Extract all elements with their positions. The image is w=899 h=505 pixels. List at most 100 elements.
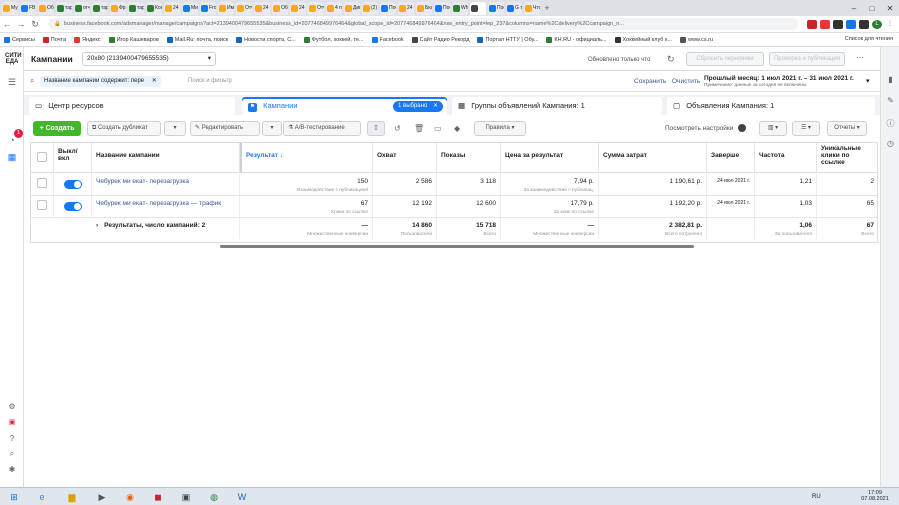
tag-icon[interactable]: ◆ xyxy=(454,124,460,133)
browser-tab[interactable]: 24 xyxy=(254,1,270,15)
discard-drafts-button[interactable]: Сбросить черновики xyxy=(686,52,764,66)
chevron-down-icon[interactable]: ▾ xyxy=(866,77,870,85)
minimize-icon[interactable]: – xyxy=(845,4,863,13)
browser-tab[interactable]: FB Fac xyxy=(20,1,36,15)
browser-tab[interactable]: Пос xyxy=(380,1,396,15)
col-header-unique-clicks[interactable]: Уникальные клики по ссылке xyxy=(817,143,877,173)
tab-resource-center[interactable]: ▭ Центр ресурсов xyxy=(29,97,235,115)
new-tab-button[interactable]: + xyxy=(542,3,552,13)
more-options-icon[interactable]: ⋯ xyxy=(856,53,864,62)
browser-tab[interactable]: Му xyxy=(2,1,18,15)
ab-test-button[interactable]: ⚗ A/B-тестирование xyxy=(283,121,361,136)
browser-tab[interactable]: Что xyxy=(524,1,540,15)
browser-tab[interactable]: Об xyxy=(272,1,288,15)
filter-chip[interactable]: Название кампании содержит: пере ✕ xyxy=(40,76,161,87)
browser-tab[interactable]: Wh xyxy=(452,1,468,15)
browser-tab[interactable]: Им xyxy=(218,1,234,15)
explorer-icon[interactable]: ▆ xyxy=(62,490,82,504)
browser-tab[interactable]: 24 xyxy=(290,1,306,15)
tab-ads[interactable]: ▢ Объявления Кампания: 1 xyxy=(667,97,875,115)
bookmark-item[interactable]: Facebook xyxy=(371,36,404,43)
forward-icon[interactable]: → xyxy=(14,19,28,29)
media-icon[interactable]: ▶ xyxy=(92,490,112,504)
campaign-toggle[interactable] xyxy=(64,180,82,189)
alerts-icon[interactable]: ▣ xyxy=(5,418,19,430)
ie-icon[interactable]: e xyxy=(32,490,52,504)
bookmark-item[interactable]: Сервисы xyxy=(4,36,35,43)
col-header-reach[interactable]: Охват xyxy=(373,143,437,173)
app-icon[interactable]: W xyxy=(232,490,252,504)
breakdown-button[interactable]: ☰ ▾ xyxy=(792,121,820,136)
browser-tab[interactable]: тар xyxy=(92,1,108,15)
account-selector[interactable]: 20x80 (2139400479655535) ▾ xyxy=(82,52,216,66)
preview-icon[interactable]: ▭ xyxy=(434,124,442,133)
browser-tab[interactable]: Дик xyxy=(344,1,360,15)
browser-tab[interactable]: Отч xyxy=(236,1,252,15)
browser-tab[interactable]: Отч xyxy=(308,1,324,15)
maximize-icon[interactable]: □ xyxy=(863,4,881,13)
close-icon[interactable]: ✕ xyxy=(881,4,899,13)
bookmark-item[interactable]: Mail.Ru: почта, поиск xyxy=(166,36,228,43)
history-icon[interactable]: ◷ xyxy=(884,139,897,152)
row-checkbox[interactable] xyxy=(37,200,47,210)
browser-tab[interactable] xyxy=(470,1,486,15)
extension-icon[interactable] xyxy=(846,19,856,29)
start-button-icon[interactable]: ⊞ xyxy=(4,490,24,504)
col-header-spent[interactable]: Сумма затрат xyxy=(599,143,707,173)
clear-filter-link[interactable]: Очистить xyxy=(672,78,700,85)
col-header-frequency[interactable]: Частота xyxy=(755,143,817,173)
refresh-icon[interactable]: ↻ xyxy=(667,54,675,65)
bookmark-item[interactable]: КН.RU - официаль... xyxy=(546,36,607,43)
tab-campaigns[interactable]: ⚑ Кампании 1 выбрано ✕ xyxy=(242,97,447,115)
app-icon[interactable]: ◼ xyxy=(148,490,168,504)
settings-icon[interactable]: ⚙ xyxy=(5,402,19,414)
bookmark-item[interactable]: Футбол, хоккей, те... xyxy=(303,36,364,43)
totals-label-cell[interactable]: › Результаты, число кампаний: 2 xyxy=(92,218,240,239)
close-icon[interactable]: ✕ xyxy=(152,78,157,84)
bookmark-item[interactable]: Игор Кашеваров xyxy=(108,36,159,43)
bookmark-item[interactable]: www.cs.ru xyxy=(679,36,713,43)
select-all-checkbox[interactable] xyxy=(37,152,47,162)
menu-dots-icon[interactable]: ⋮ xyxy=(885,20,895,29)
extension-icon[interactable] xyxy=(859,19,869,29)
profile-avatar[interactable]: L xyxy=(872,19,882,29)
browser-tab[interactable]: Бюд xyxy=(416,1,432,15)
url-field[interactable]: 🔒 business.facebook.com/adsmanager/manag… xyxy=(48,18,798,30)
extension-icon[interactable] xyxy=(833,19,843,29)
trash-icon[interactable]: ▯ xyxy=(367,121,385,136)
browser-tab[interactable]: отч xyxy=(74,1,90,15)
col-header-cost-per-result[interactable]: Цена за результат xyxy=(501,143,599,173)
back-icon[interactable]: ← xyxy=(0,19,14,29)
col-header-result[interactable]: Результат ↓ xyxy=(240,143,373,173)
campaigns-grid-icon[interactable]: ▦ xyxy=(5,152,19,164)
browser-tab[interactable]: Пос xyxy=(434,1,450,15)
chrome-icon[interactable]: ◍ xyxy=(204,490,224,504)
firefox-icon[interactable]: ◉ xyxy=(120,490,140,504)
browser-tab[interactable]: Пос xyxy=(488,1,504,15)
browser-tab[interactable]: тар xyxy=(128,1,144,15)
search-icon[interactable]: ⌕ xyxy=(5,449,19,461)
browser-tab[interactable]: Ми xyxy=(182,1,198,15)
business-logo-icon[interactable]: СИТИ ЕДА xyxy=(5,53,22,65)
tab-adsets[interactable]: ▦ Группы объявлений Кампания: 1 xyxy=(452,97,662,115)
edit-pencil-icon[interactable]: ✎ xyxy=(884,96,897,109)
selected-count-badge[interactable]: 1 выбрано ✕ xyxy=(393,101,443,112)
columns-button[interactable]: ▥ ▾ xyxy=(759,121,787,136)
browser-tab[interactable]: 24 xyxy=(164,1,180,15)
bookmark-item[interactable]: Почта xyxy=(42,36,66,43)
browser-tab[interactable]: Кон xyxy=(146,1,162,15)
clock[interactable]: 17:09 07.08.2021 xyxy=(858,490,892,502)
review-publish-button[interactable]: Проверка и публикация xyxy=(769,52,845,66)
campaign-name-link[interactable]: Чебурек ми екат- перезагрузка — трафик xyxy=(92,196,240,217)
rules-button[interactable]: Правила ▾ xyxy=(474,121,526,136)
bookmark-item[interactable]: Хоккейный клуб к... xyxy=(614,36,672,43)
duplicate-menu-button[interactable]: ▾ xyxy=(164,121,186,136)
reports-button[interactable]: Отчеты ▾ xyxy=(827,121,867,136)
close-icon[interactable]: ✕ xyxy=(433,103,438,109)
app-icon[interactable]: ▣ xyxy=(176,490,196,504)
browser-tab[interactable]: G топ xyxy=(506,1,522,15)
delete-icon[interactable]: 🗑 xyxy=(414,124,424,133)
reading-list[interactable]: Список для чтения xyxy=(845,36,893,42)
info-icon[interactable]: ⓘ xyxy=(884,118,897,131)
language-indicator[interactable]: RU xyxy=(812,494,821,500)
